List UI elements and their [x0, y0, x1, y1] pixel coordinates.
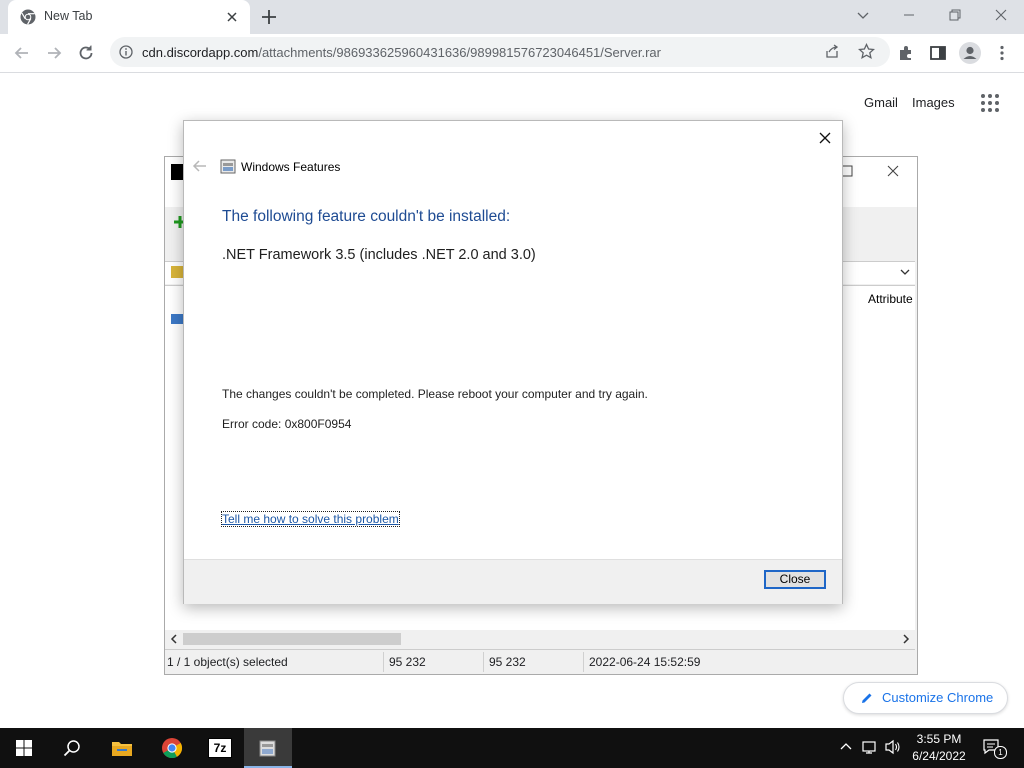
close-button[interactable]: Close [764, 570, 826, 589]
google-apps-grid-icon[interactable] [980, 93, 1000, 113]
reload-icon[interactable] [76, 43, 96, 63]
taskbar: 7z 3:55 PM 6/24/2022 1 [0, 728, 1024, 768]
file-explorer-icon[interactable] [98, 728, 146, 768]
status-packed-size: 95 232 [489, 655, 526, 669]
sevenzip-taskbar-icon[interactable]: 7z [196, 728, 244, 768]
url-path: /attachments/986933625960431636/98998157… [258, 45, 661, 60]
chrome-taskbar-icon[interactable] [148, 728, 196, 768]
windows-features-dialog: Windows Features The following feature c… [183, 120, 843, 604]
minimize-icon[interactable] [886, 0, 932, 30]
sevenzip-statusbar: 1 / 1 object(s) selected 95 232 95 232 2… [165, 649, 915, 674]
notification-center-icon[interactable]: 1 [982, 738, 1007, 759]
extensions-puzzle-icon[interactable] [896, 43, 916, 63]
horizontal-scrollbar[interactable] [165, 630, 915, 648]
url-text: cdn.discordapp.com/attachments/986933625… [142, 45, 661, 60]
sevenzip-close-icon[interactable] [887, 165, 899, 177]
status-modified: 2022-06-24 15:52:59 [589, 655, 701, 669]
status-divider [483, 652, 484, 672]
profile-avatar-icon[interactable] [958, 41, 982, 65]
scroll-right-icon[interactable] [901, 633, 911, 645]
tab-strip: New Tab [0, 0, 1024, 34]
share-icon[interactable] [824, 44, 840, 60]
volume-icon[interactable] [884, 739, 902, 755]
tab-search-chevron-down-icon[interactable] [840, 0, 886, 30]
scroll-left-icon[interactable] [169, 633, 179, 645]
clock-time[interactable]: 3:55 PM [908, 732, 970, 746]
restore-icon[interactable] [932, 0, 978, 30]
address-bar[interactable]: cdn.discordapp.com/attachments/986933625… [110, 37, 890, 67]
bookmark-star-icon[interactable] [858, 43, 875, 60]
feature-name: .NET Framework 3.5 (includes .NET 2.0 an… [222, 247, 536, 263]
windows-features-icon [220, 158, 236, 174]
sevenzip-taskbar-label: 7z [208, 738, 232, 758]
customize-chrome-button[interactable]: Customize Chrome [843, 682, 1008, 714]
dialog-heading: The following feature couldn't be instal… [222, 208, 511, 225]
status-divider [383, 652, 384, 672]
back-arrow-icon[interactable] [12, 43, 32, 63]
gmail-link[interactable]: Gmail [864, 95, 898, 110]
address-dropdown-chevron-icon[interactable] [899, 266, 911, 278]
dialog-title: Windows Features [241, 160, 341, 174]
window-close-icon[interactable] [978, 0, 1024, 30]
error-code: Error code: 0x800F0954 [222, 417, 352, 431]
tab-new-tab[interactable]: New Tab [8, 0, 250, 34]
dialog-footer: Close [184, 559, 842, 604]
browser-toolbar: cdn.discordapp.com/attachments/986933625… [0, 34, 1024, 73]
status-selection: 1 / 1 object(s) selected [167, 655, 288, 669]
new-tab-plus-icon[interactable] [260, 8, 278, 26]
scrollbar-thumb[interactable] [183, 633, 401, 645]
images-link[interactable]: Images [912, 95, 955, 110]
forward-arrow-icon[interactable] [44, 43, 64, 63]
file-row-icon[interactable] [171, 314, 183, 324]
notification-count-badge: 1 [994, 746, 1007, 759]
side-panel-icon[interactable] [928, 43, 948, 63]
status-divider [583, 652, 584, 672]
clock-date[interactable]: 6/24/2022 [908, 749, 970, 763]
status-size: 95 232 [389, 655, 426, 669]
customize-chrome-label: Customize Chrome [882, 690, 994, 705]
chrome-menu-icon[interactable] [992, 43, 1012, 63]
network-icon[interactable] [862, 739, 878, 755]
tab-close-icon[interactable] [224, 9, 240, 25]
dialog-back-arrow-icon[interactable] [192, 159, 208, 173]
error-message: The changes couldn't be completed. Pleas… [222, 387, 648, 401]
chrome-favicon-icon [20, 9, 36, 25]
windows-features-taskbar-icon[interactable] [244, 728, 292, 768]
pencil-icon [860, 691, 874, 705]
url-host: cdn.discordapp.com [142, 45, 259, 60]
start-windows-icon[interactable] [0, 728, 48, 768]
dialog-close-icon[interactable] [816, 129, 834, 147]
site-info-icon[interactable] [119, 45, 133, 59]
search-icon[interactable] [48, 728, 96, 768]
tab-title: New Tab [44, 9, 93, 23]
column-header-attributes[interactable]: Attribute [868, 292, 913, 306]
help-link[interactable]: Tell me how to solve this problem [221, 511, 400, 527]
tray-chevron-up-icon[interactable] [840, 741, 852, 753]
